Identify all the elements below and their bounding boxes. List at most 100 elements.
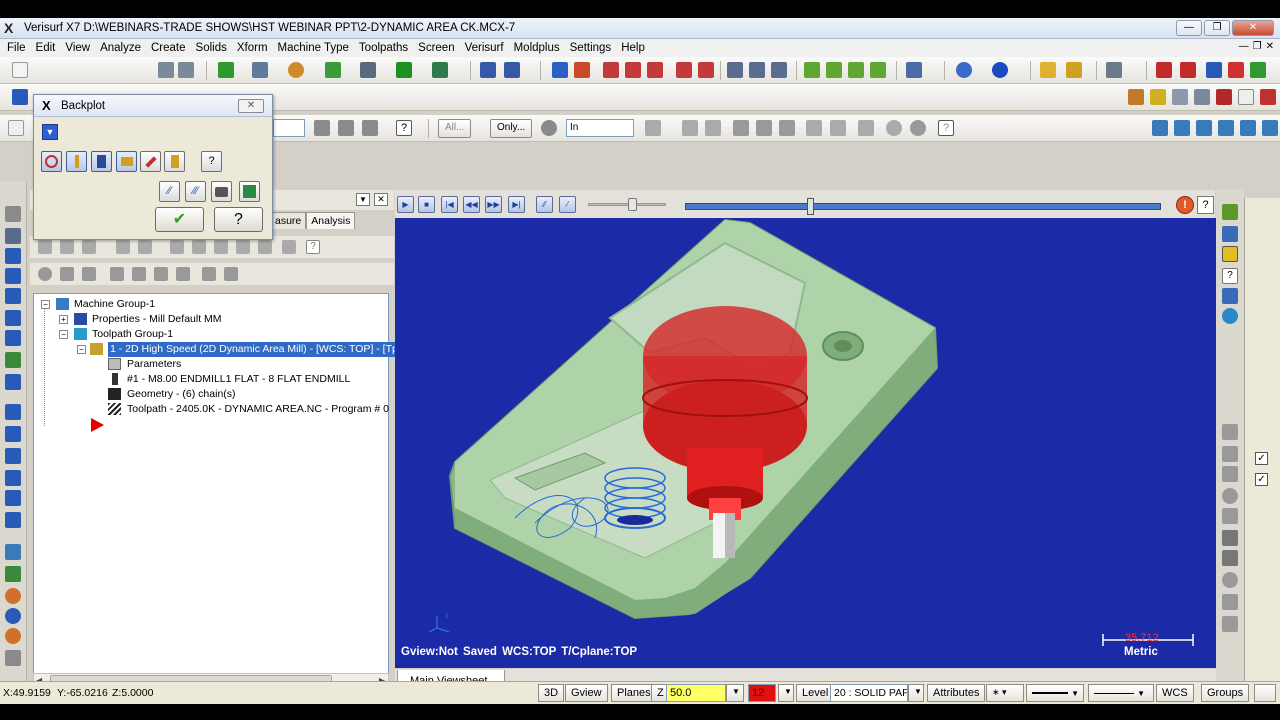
strip-help-icon[interactable]: ? [1222,268,1238,284]
cube-front-icon[interactable] [826,62,842,78]
strip-surface-icon[interactable] [5,288,21,304]
point-icon[interactable] [218,62,234,78]
strip-extrude-icon[interactable] [5,352,21,368]
gnomon-icon[interactable] [1262,120,1278,136]
help-context-icon[interactable] [1156,62,1172,78]
axis-icon[interactable] [1240,120,1256,136]
move-down-icon[interactable] [110,267,124,281]
strip-arc-icon[interactable] [5,248,21,264]
select-failed-icon[interactable] [60,240,74,254]
lock-icon[interactable] [38,267,52,281]
post-icon[interactable] [1216,89,1232,105]
strip-folder-icon[interactable] [1222,246,1238,262]
line-icon[interactable] [252,62,268,78]
machine-icon[interactable] [12,89,28,105]
playback-help-icon[interactable]: ? [1197,196,1214,214]
color-swatch[interactable]: 12 [748,684,776,702]
fillet-icon[interactable] [360,62,376,78]
report-icon[interactable] [1250,62,1266,78]
strip-globe-icon[interactable] [1222,308,1238,324]
origin-icon[interactable] [1218,120,1234,136]
move-up-icon[interactable] [132,267,146,281]
cube-side-icon[interactable] [848,62,864,78]
unzoom-icon[interactable] [647,62,663,78]
checkbox-2[interactable]: ✓ [1255,473,1268,486]
verify-op-icon[interactable] [170,240,184,254]
minimize-button[interactable]: — [1176,20,1202,36]
menu-view[interactable]: View [60,42,95,54]
repaint-icon[interactable] [552,62,568,78]
delete-op-icon[interactable] [258,240,272,254]
strip-xform-icon[interactable] [5,404,21,420]
pointer-icon[interactable] [682,120,698,136]
cplane-icon[interactable] [1174,120,1190,136]
strip-orange-ball-icon[interactable] [5,588,21,604]
statusbar-extra-icon[interactable] [1254,684,1276,702]
strip-select-icon[interactable] [1222,424,1238,440]
in-dropdown[interactable]: In [566,119,634,137]
wireframe-icon[interactable] [727,62,743,78]
strip-point-icon[interactable] [5,206,21,222]
fit-icon[interactable] [603,62,619,78]
strip-translate-icon[interactable] [5,490,21,506]
backplot-close-button[interactable]: ✕ [238,99,264,113]
help-icon[interactable]: ? [396,120,412,136]
insert-arrow-icon[interactable] [91,418,104,432]
level-input[interactable]: 20 : SOLID PAF [830,684,908,702]
strip-rotate-icon[interactable] [5,448,21,464]
display-rapid-icon[interactable] [116,151,137,172]
verify-selection-icon[interactable] [338,120,354,136]
planes-button[interactable]: Planes [611,684,657,702]
strip-offset-contour-icon[interactable] [5,512,21,528]
selection-help-icon[interactable]: ? [938,120,954,136]
circle-icon[interactable] [288,62,304,78]
inspect-icon[interactable] [1228,62,1244,78]
face-select-icon[interactable] [756,120,772,136]
strip-chain2-icon[interactable] [1222,446,1238,462]
strip-line-icon[interactable] [5,228,21,244]
screenshot-icon[interactable] [211,181,232,202]
blank-icon[interactable] [1238,89,1254,105]
regen-selected-icon[interactable] [82,240,96,254]
select-all-icon[interactable] [362,120,378,136]
strip-sphere2-icon[interactable] [1222,572,1238,588]
panel-close-icon[interactable]: ✕ [374,193,388,206]
close-button[interactable]: ✕ [1232,20,1274,36]
toggle-posting-icon[interactable] [82,267,96,281]
doc-minimize-button[interactable]: — [1239,41,1249,52]
color-dropdown-icon[interactable]: ▼ [778,684,794,702]
step-forward-icon[interactable]: ▶▶ [485,196,502,213]
zoom-in-icon[interactable] [676,62,692,78]
rectangle-icon[interactable] [325,62,341,78]
menu-edit[interactable]: Edit [31,42,61,54]
backplot-op-icon[interactable] [138,240,152,254]
area-select-icon[interactable] [830,120,846,136]
stop-conditions-icon[interactable]: ! [1176,196,1194,214]
attributes-button[interactable]: Attributes [927,684,986,702]
strip-trim2-icon[interactable] [1222,466,1238,482]
scroll-to-insert-icon[interactable] [176,267,190,281]
menu-screen[interactable]: Screen [413,42,459,54]
strip-solid-icon[interactable] [5,544,21,560]
lock-op-icon[interactable] [282,240,296,254]
menu-help[interactable]: Help [616,42,650,54]
toolpath-manager-icon[interactable] [1260,89,1276,105]
display-holder-icon[interactable] [91,151,112,172]
wcs-button[interactable]: WCS [1156,684,1194,702]
stock-icon[interactable] [1150,89,1166,105]
strip-arrow-icon[interactable] [1222,508,1238,524]
measure-icon[interactable] [1106,62,1122,78]
menu-moldplus[interactable]: Moldplus [509,42,565,54]
menu-file[interactable]: File [2,42,31,54]
strip-save-icon[interactable] [1222,288,1238,304]
run-icon[interactable]: ⁄⁄⁄ [185,181,206,202]
strip-blue-ball-icon[interactable] [5,608,21,624]
quick-verify-icon[interactable] [164,151,185,172]
strip-solid2-icon[interactable] [1222,530,1238,546]
visible-only-icon[interactable] [910,120,926,136]
clear-selection-icon[interactable] [8,120,24,136]
display-path-icon[interactable] [41,151,62,172]
run-mode-icon[interactable]: ⁄ [559,196,576,213]
zoom-window-icon[interactable] [625,62,641,78]
strip-revolve-icon[interactable] [5,374,21,390]
